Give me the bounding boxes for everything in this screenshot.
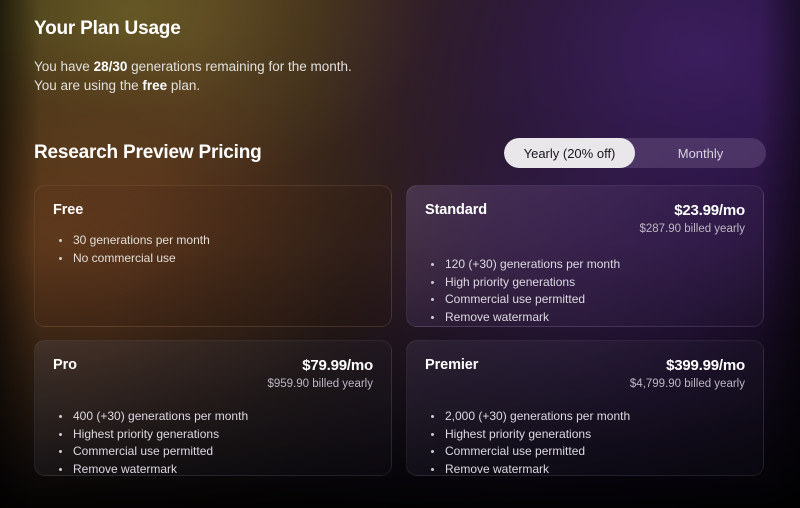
plan-name: Pro [53,357,77,373]
plan-feature-list: 30 generations per month No commercial u… [53,232,373,266]
plan-card-premier[interactable]: Premier $399.99/mo $4,799.90 billed year… [406,340,764,476]
usage-line-current-plan: You are using the free plan. [34,76,766,95]
plan-billed-note: $959.90 billed yearly [267,378,374,390]
plan-card-free[interactable]: Free 30 generations per month No commerc… [34,185,392,327]
usage-line-remaining: You have 28/30 generations remaining for… [34,57,766,76]
plan-feature-item: 30 generations per month [55,232,373,249]
plan-feature-list: 2,000 (+30) generations per month Highes… [425,408,745,475]
plan-card-header: Free [53,202,373,220]
usage-line2-suffix: plan. [167,78,201,93]
plan-price: $23.99/mo [674,202,745,219]
plan-name: Free [53,202,84,218]
plan-usage-section: Your Plan Usage You have 28/30 generatio… [34,18,766,95]
plan-card-header: Premier $399.99/mo $4,799.90 billed year… [425,357,745,391]
plan-feature-item: Remove watermark [427,461,745,475]
billing-toggle-yearly[interactable]: Yearly (20% off) [504,138,635,168]
plan-feature-item: 2,000 (+30) generations per month [427,408,745,425]
plan-feature-item: Highest priority generations [55,426,373,443]
plan-feature-item: Commercial use permitted [427,291,745,308]
plan-feature-item: Commercial use permitted [55,443,373,460]
plan-card-header: Standard $23.99/mo $287.90 billed yearly [425,202,745,236]
plan-card-pro[interactable]: Pro $79.99/mo $959.90 billed yearly 400 … [34,340,392,476]
plan-feature-item: 400 (+30) generations per month [55,408,373,425]
plan-price-block: $23.99/mo $287.90 billed yearly [640,202,746,236]
plan-name: Standard [425,202,488,218]
plan-feature-list: 400 (+30) generations per month Highest … [53,408,373,475]
plan-name: Premier [425,357,479,373]
usage-line1-prefix: You have [34,59,94,74]
plan-usage-title: Your Plan Usage [34,18,181,39]
billing-period-toggle[interactable]: Yearly (20% off) Monthly [504,138,766,168]
plan-feature-item: High priority generations [427,274,745,291]
plan-price: $79.99/mo [302,357,373,374]
plan-price-block: $399.99/mo $4,799.90 billed yearly [630,357,745,391]
pricing-header-row: Research Preview Pricing Yearly (20% off… [34,133,766,173]
plan-feature-item: Remove watermark [55,461,373,475]
plan-usage-pricing-page: Your Plan Usage You have 28/30 generatio… [0,0,800,508]
plan-billed-note: $287.90 billed yearly [639,223,746,235]
usage-generation-count: 28/30 [93,59,128,74]
plan-usage-description: You have 28/30 generations remaining for… [34,57,766,95]
plan-feature-list: 120 (+30) generations per month High pri… [425,256,745,325]
plan-price-block: $79.99/mo $959.90 billed yearly [268,357,374,391]
plan-feature-item: 120 (+30) generations per month [427,256,745,273]
plan-price: $399.99/mo [666,357,745,374]
plan-feature-item: Highest priority generations [427,426,745,443]
billing-toggle-monthly[interactable]: Monthly [635,138,766,168]
plan-feature-item: No commercial use [55,250,373,267]
usage-line2-prefix: You are using the [34,78,143,93]
plan-card-header: Pro $79.99/mo $959.90 billed yearly [53,357,373,391]
plan-feature-item: Remove watermark [427,309,745,326]
plan-billed-note: $4,799.90 billed yearly [629,378,745,390]
plan-card-standard[interactable]: Standard $23.99/mo $287.90 billed yearly… [406,185,764,327]
pricing-title: Research Preview Pricing [34,142,262,163]
usage-line1-suffix: generations remaining for the month. [127,59,352,74]
plan-feature-item: Commercial use permitted [427,443,745,460]
page-content: Your Plan Usage You have 28/30 generatio… [0,18,800,476]
usage-current-plan-name: free [142,78,168,93]
pricing-plans-grid: Free 30 generations per month No commerc… [34,185,766,476]
